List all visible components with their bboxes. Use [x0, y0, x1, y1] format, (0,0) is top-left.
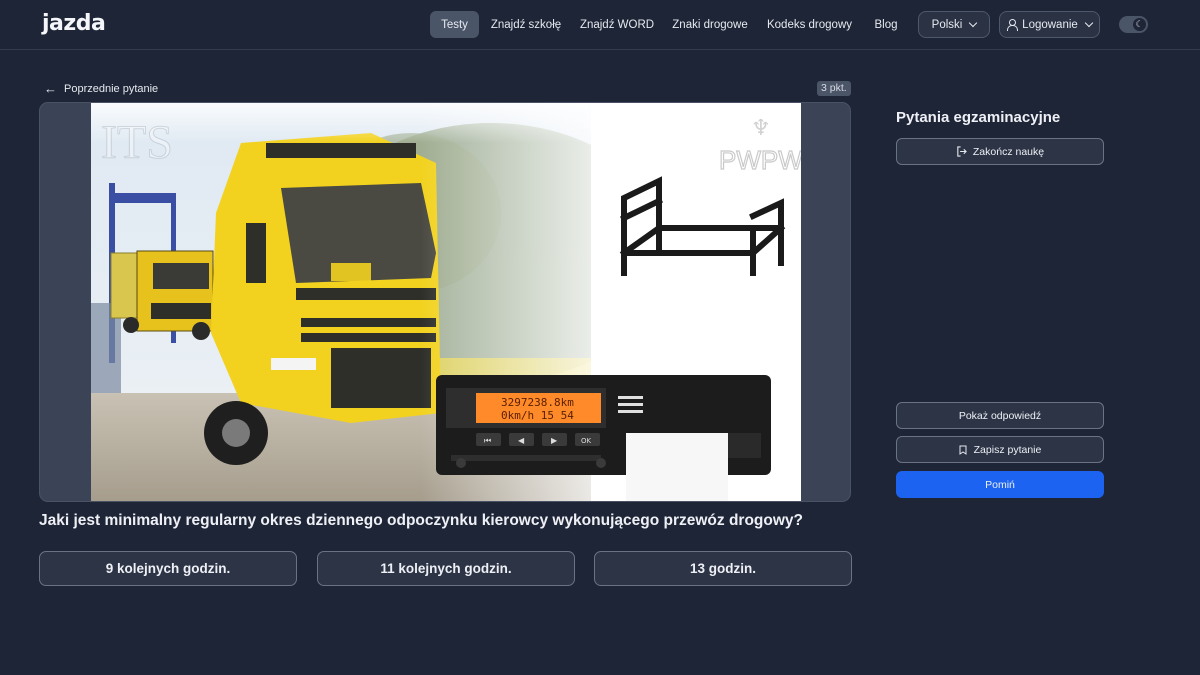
its-watermark: ITS [101, 116, 174, 170]
answer-option-3[interactable]: 13 godzin. [594, 551, 852, 586]
tachograph-line-1: 3297238.8km [501, 396, 574, 409]
nav-find-word[interactable]: Znajdź WORD [577, 11, 657, 38]
bookmark-icon [959, 445, 967, 455]
finish-learning-label: Zakończ naukę [972, 145, 1045, 158]
answer-option-2[interactable]: 11 kolejnych godzin. [317, 551, 575, 586]
save-question-button[interactable]: Zapisz pytanie [896, 436, 1104, 463]
svg-text:◀: ◀ [518, 436, 525, 445]
exit-icon [957, 146, 967, 157]
moon-icon: ☾ [1133, 18, 1146, 31]
sidebar-title: Pytania egzaminacyjne [896, 109, 1061, 126]
previous-question-link[interactable]: ← Poprzednie pytanie [44, 81, 158, 96]
tachograph-line-2: 0km/h 15 54 [501, 409, 574, 422]
top-navbar: jazda Testy Znajdź szkołę Znajdź WORD Zn… [0, 0, 1200, 50]
finish-learning-button[interactable]: Zakończ naukę [896, 138, 1104, 165]
logo[interactable]: jazda [42, 11, 106, 36]
language-label: Polski [931, 18, 963, 31]
theme-toggle[interactable]: ☾ [1119, 16, 1148, 33]
svg-text:⏮: ⏮ [484, 436, 491, 445]
nav-highway-code[interactable]: Kodeks drogowy [764, 11, 855, 38]
watermark-left: ITS [101, 116, 173, 169]
svg-text:♆: ♆ [751, 115, 771, 140]
watermark-right: PWPW [719, 145, 801, 175]
show-answer-button[interactable]: Pokaż odpowiedź [896, 402, 1104, 429]
nav-tests[interactable]: Testy [430, 11, 479, 38]
chevron-down-icon [1084, 18, 1094, 28]
user-icon [1007, 19, 1019, 31]
language-select[interactable]: Polski [918, 11, 990, 38]
question-text: Jaki jest minimalny regularny okres dzie… [39, 512, 803, 529]
svg-text:OK: OK [581, 437, 592, 445]
skip-button[interactable]: Pomiń [896, 471, 1104, 498]
previous-question-label: Poprzednie pytanie [64, 82, 159, 95]
answer-option-1[interactable]: 9 kolejnych godzin. [39, 551, 297, 586]
chevron-down-icon [969, 18, 978, 28]
login-button[interactable]: Logowanie [999, 11, 1100, 38]
points-badge: 3 pkt. [817, 81, 851, 96]
question-image: ITS PWPW ♆ 3297238.8km 0km/h 15 54 ⏮ ◀ ▶… [91, 103, 801, 501]
login-label: Logowanie [1022, 18, 1078, 31]
arrow-left-icon: ← [44, 81, 57, 96]
svg-text:▶: ▶ [551, 436, 558, 445]
nav-road-signs[interactable]: Znaki drogowe [670, 11, 750, 38]
save-question-label: Zapisz pytanie [973, 443, 1042, 456]
logo-text: jazda [42, 11, 106, 36]
nav-blog[interactable]: Blog [867, 11, 905, 38]
question-image-frame: ITS PWPW ♆ 3297238.8km 0km/h 15 54 ⏮ ◀ ▶… [39, 102, 851, 502]
nav-find-school[interactable]: Znajdź szkołę [487, 11, 565, 38]
